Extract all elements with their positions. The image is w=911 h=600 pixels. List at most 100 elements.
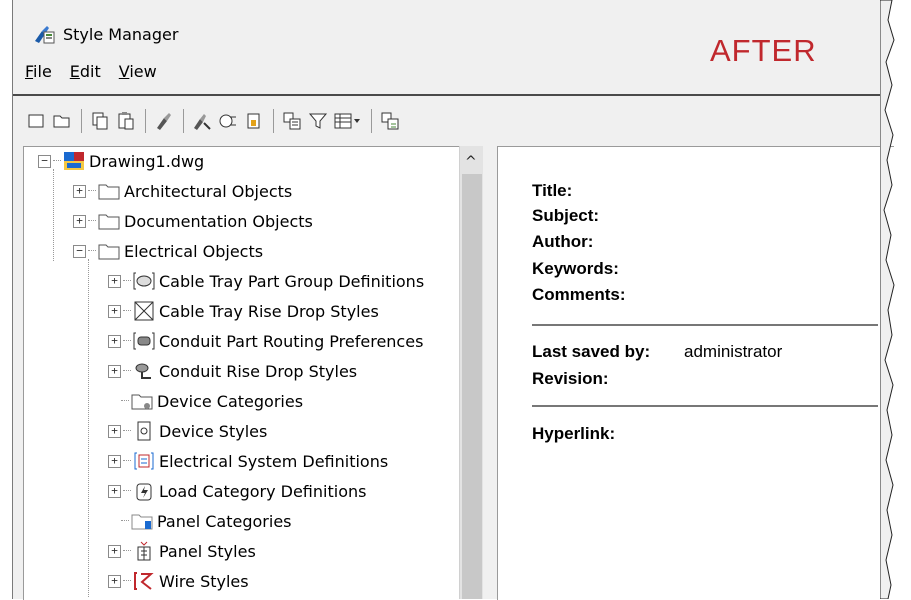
tree-scrollbar[interactable]: ^ xyxy=(459,146,484,599)
menu-view[interactable]: View xyxy=(119,62,157,81)
expand-icon[interactable]: + xyxy=(108,274,121,288)
tree-item[interactable]: + Load Category Definitions xyxy=(108,478,366,504)
expand-icon[interactable]: + xyxy=(108,454,121,468)
tree-item[interactable]: + Panel Styles xyxy=(108,538,256,564)
view-mode-icon[interactable] xyxy=(333,110,363,132)
tree-item[interactable]: + Conduit Part Routing Preferences xyxy=(108,328,423,354)
style-tree[interactable]: − Drawing1.dwg + Architectural Objects +… xyxy=(23,146,460,600)
folder-icon xyxy=(98,240,120,262)
tree-root-label: Drawing1.dwg xyxy=(89,151,205,171)
copy-icon[interactable] xyxy=(89,110,111,132)
item-label: Load Category Definitions xyxy=(159,481,367,501)
folder-icon xyxy=(98,210,120,232)
expand-icon[interactable]: + xyxy=(73,184,86,198)
comments-label: Comments: xyxy=(532,285,626,304)
menu-edit-key: E xyxy=(69,62,80,81)
rise-drop-icon xyxy=(133,300,155,322)
tree-category[interactable]: − Electrical Objects xyxy=(73,238,263,264)
panel-categories-icon xyxy=(131,510,153,532)
expand-icon[interactable]: + xyxy=(108,364,121,378)
open-icon[interactable] xyxy=(51,110,73,132)
keywords-label: Keywords: xyxy=(532,259,619,278)
item-label: Conduit Rise Drop Styles xyxy=(159,361,358,381)
tree-category[interactable]: + Architectural Objects xyxy=(73,178,292,204)
edit-style-icon[interactable] xyxy=(191,110,213,132)
expand-icon[interactable]: + xyxy=(108,544,121,558)
filter-icon[interactable] xyxy=(307,110,329,132)
expand-icon[interactable]: + xyxy=(108,574,121,588)
toggle-view-icon[interactable] xyxy=(243,110,265,132)
item-label: Wire Styles xyxy=(159,571,249,591)
tree-item[interactable]: Panel Categories xyxy=(121,508,292,534)
toolbar-separator xyxy=(183,109,184,133)
scroll-thumb[interactable] xyxy=(462,174,482,599)
item-label: Cable Tray Rise Drop Styles xyxy=(159,301,379,321)
expand-icon[interactable]: + xyxy=(108,484,121,498)
title-bar: Style Manager xyxy=(33,22,178,46)
section-divider xyxy=(532,324,878,326)
expand-icon[interactable]: + xyxy=(108,424,121,438)
set-from-icon[interactable] xyxy=(217,110,239,132)
tree-item[interactable]: Device Categories xyxy=(121,388,303,414)
sync-icon[interactable] xyxy=(379,110,401,132)
tree-item[interactable]: + Cable Tray Rise Drop Styles xyxy=(108,298,379,324)
hyperlink-label: Hyperlink: xyxy=(532,424,616,443)
subject-label: Subject: xyxy=(532,206,600,225)
pane-divider[interactable] xyxy=(483,146,497,599)
after-overlay-label: AFTER xyxy=(710,33,817,68)
menu-edit-rest: dit xyxy=(79,62,101,81)
tree-item[interactable]: + Device Styles xyxy=(108,418,267,444)
menu-edit[interactable]: Edit xyxy=(70,62,101,81)
tree-root[interactable]: − Drawing1.dwg xyxy=(38,148,204,174)
menu-file-key: F xyxy=(25,62,34,81)
author-label: Author: xyxy=(532,232,594,251)
item-label: Cable Tray Part Group Definitions xyxy=(159,271,425,291)
item-label: Panel Categories xyxy=(157,511,292,531)
style-manager-window: Style Manager File Edit View − Drawing1.… xyxy=(12,0,894,600)
menu-separator xyxy=(13,94,881,96)
sort-icon[interactable] xyxy=(281,110,303,132)
device-style-icon xyxy=(133,420,155,442)
tree-category[interactable]: + Documentation Objects xyxy=(73,208,313,234)
toolbar-separator xyxy=(371,109,372,133)
item-label: Device Styles xyxy=(159,421,268,441)
purge-icon[interactable] xyxy=(153,110,175,132)
tree-item[interactable]: + Wire Styles xyxy=(108,568,249,594)
collapse-icon[interactable]: − xyxy=(38,154,51,168)
expand-icon[interactable]: + xyxy=(108,304,121,318)
last-saved-label: Last saved by: xyxy=(532,342,651,361)
toolbar-separator xyxy=(273,109,274,133)
last-saved-value: administrator xyxy=(684,342,783,361)
expand-icon[interactable]: + xyxy=(73,214,86,228)
cable-tray-group-icon xyxy=(133,270,155,292)
category-label: Architectural Objects xyxy=(124,181,293,201)
tree-item[interactable]: + Cable Tray Part Group Definitions xyxy=(108,268,424,294)
tree-item[interactable]: + Conduit Rise Drop Styles xyxy=(108,358,357,384)
folder-icon xyxy=(98,180,120,202)
menu-view-rest: iew xyxy=(129,62,157,81)
scroll-up-icon[interactable]: ^ xyxy=(465,154,477,170)
device-categories-icon xyxy=(131,390,153,412)
menu-bar: File Edit View xyxy=(25,62,175,81)
panel-style-icon xyxy=(133,540,155,562)
torn-edge xyxy=(880,0,895,599)
new-icon[interactable] xyxy=(25,110,47,132)
revision-label: Revision: xyxy=(532,369,609,388)
category-label: Electrical Objects xyxy=(124,241,264,261)
drawing-file-icon xyxy=(63,150,85,172)
paste-icon[interactable] xyxy=(115,110,137,132)
wire-style-icon xyxy=(133,570,155,592)
item-label: Electrical System Definitions xyxy=(159,451,389,471)
properties-pane: Title: Subject: Author: Keywords: Commen… xyxy=(497,146,894,600)
menu-view-key: V xyxy=(118,62,130,81)
collapse-icon[interactable]: − xyxy=(73,244,86,258)
toolbar-separator xyxy=(81,109,82,133)
tree-item[interactable]: + Electrical System Definitions xyxy=(108,448,388,474)
style-manager-app-icon xyxy=(35,26,55,44)
conduit-routing-icon xyxy=(133,330,155,352)
section-divider xyxy=(532,405,878,407)
conduit-rise-icon xyxy=(133,360,155,382)
menu-file[interactable]: File xyxy=(25,62,52,81)
expand-icon[interactable]: + xyxy=(108,334,121,348)
window-title: Style Manager xyxy=(63,24,179,44)
